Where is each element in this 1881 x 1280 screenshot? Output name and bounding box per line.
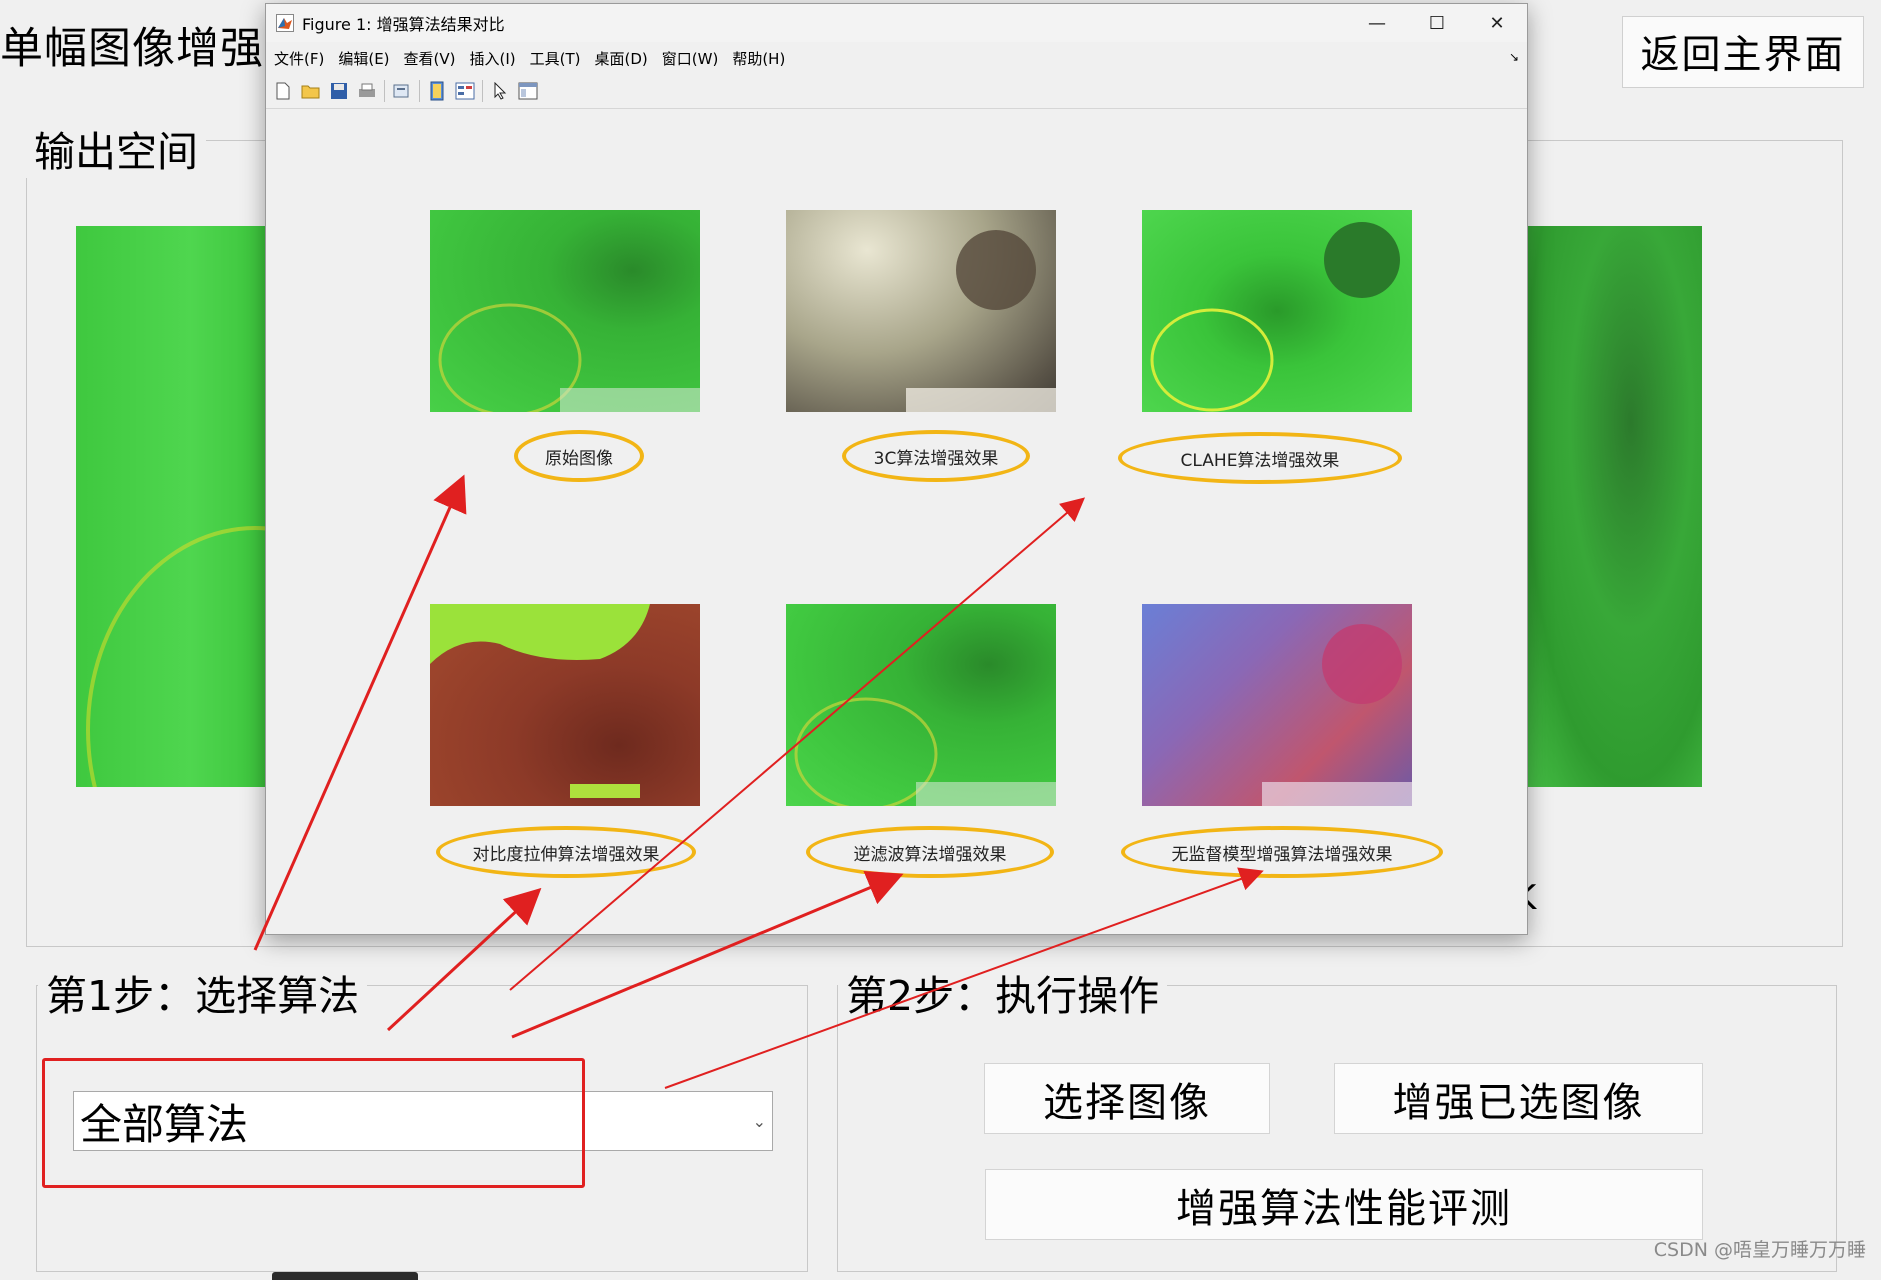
label-inverse-filter: 逆滤波算法增强效果 (806, 826, 1054, 878)
close-icon[interactable]: ✕ (1467, 4, 1527, 42)
label-clahe: CLAHE算法增强效果 (1118, 432, 1402, 484)
open-folder-icon[interactable] (300, 80, 322, 102)
property-editor-icon[interactable] (517, 80, 539, 102)
result-image-3c (786, 210, 1056, 412)
menu-desktop[interactable]: 桌面(D) (595, 48, 648, 69)
enhance-selected-button[interactable]: 增强已选图像 (1334, 1063, 1703, 1134)
label-unsupervised: 无监督模型增强算法增强效果 (1121, 826, 1443, 878)
dock-arrow-icon[interactable]: ↘ (1509, 50, 1519, 64)
chevron-down-icon[interactable]: ⌄ (753, 1112, 766, 1131)
toolbar-separator (482, 80, 483, 102)
result-image-inverse-filter (786, 604, 1056, 806)
annotation-highlight-box (42, 1058, 585, 1188)
menu-tools[interactable]: 工具(T) (530, 48, 581, 69)
step1-title: 第1步：选择算法 (38, 962, 368, 1022)
output-image-right (1524, 226, 1702, 787)
figure-toolbar (266, 74, 1527, 109)
menu-view[interactable]: 查看(V) (404, 48, 456, 69)
output-panel-title: 输出空间 (26, 118, 206, 178)
result-image-clahe (1142, 210, 1412, 412)
output-image-left (76, 226, 266, 787)
figure-menubar: 文件(F) 编辑(E) 查看(V) 插入(I) 工具(T) 桌面(D) 窗口(W… (266, 44, 1527, 72)
figure-titlebar[interactable]: Figure 1: 增强算法结果对比 — ☐ ✕ (266, 4, 1527, 42)
menu-edit[interactable]: 编辑(E) (338, 48, 389, 69)
insert-colorbar-icon[interactable] (454, 80, 476, 102)
label-text: 逆滤波算法增强效果 (853, 844, 1007, 865)
menu-help[interactable]: 帮助(H) (732, 48, 785, 69)
label-3c: 3C算法增强效果 (842, 430, 1030, 482)
matlab-logo-icon (276, 14, 294, 32)
result-image-unsupervised (1142, 604, 1412, 806)
app-title: 单幅图像增强分 (0, 24, 308, 74)
toolbar-separator (419, 80, 420, 102)
maximize-icon[interactable]: ☐ (1407, 4, 1467, 42)
print-icon[interactable] (356, 80, 378, 102)
figure-title: Figure 1: 增强算法结果对比 (302, 15, 505, 34)
menu-insert[interactable]: 插入(I) (470, 48, 516, 69)
result-image-contrast-stretch (430, 604, 700, 806)
select-image-button[interactable]: 选择图像 (984, 1063, 1270, 1134)
result-image-original (430, 210, 700, 412)
save-icon[interactable] (328, 80, 350, 102)
label-text: 3C算法增强效果 (873, 448, 999, 469)
label-original: 原始图像 (514, 430, 644, 482)
pointer-icon[interactable] (489, 80, 511, 102)
menu-file[interactable]: 文件(F) (274, 48, 324, 69)
taskbar-fragment (272, 1272, 418, 1280)
print-preview-icon[interactable] (391, 80, 413, 102)
step2-title: 第2步：执行操作 (838, 962, 1168, 1022)
label-contrast-stretch: 对比度拉伸算法增强效果 (436, 826, 696, 878)
back-to-main-button[interactable]: 返回主界面 (1622, 16, 1864, 88)
minimize-icon[interactable]: — (1347, 4, 1407, 42)
evaluate-algorithms-button[interactable]: 增强算法性能评测 (985, 1169, 1703, 1240)
link-axes-icon[interactable] (426, 80, 448, 102)
label-text: 对比度拉伸算法增强效果 (472, 844, 660, 865)
menu-window[interactable]: 窗口(W) (662, 48, 719, 69)
label-text: CLAHE算法增强效果 (1180, 450, 1340, 471)
label-text: 原始图像 (545, 448, 613, 469)
label-text: 无监督模型增强算法增强效果 (1171, 844, 1393, 865)
new-file-icon[interactable] (272, 80, 294, 102)
watermark: CSDN @唔皇万睡万万睡 (1653, 1239, 1866, 1261)
toolbar-separator (384, 80, 385, 102)
figure-window: Figure 1: 增强算法结果对比 — ☐ ✕ 文件(F) 编辑(E) 查看(… (265, 3, 1528, 935)
